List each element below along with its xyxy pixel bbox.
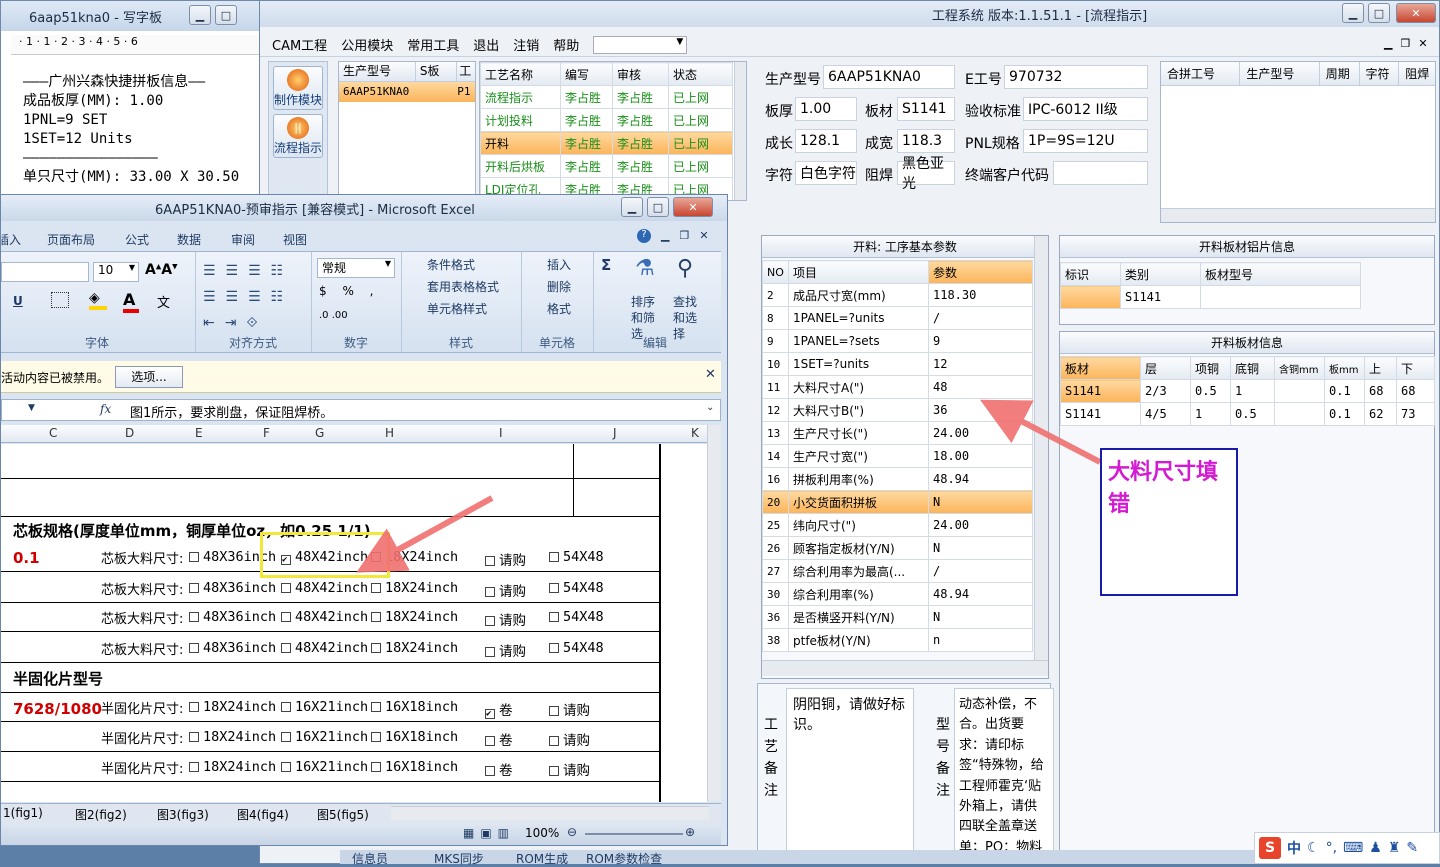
- arrow-to-param: [980, 399, 1102, 465]
- taskbar: 信息员 MKS同步 ROM生成 ROM参数检查: [340, 850, 1260, 866]
- ime-toolbar[interactable]: S 中 ☾ °, ⌨ ♟ ♜ ✎: [1254, 832, 1440, 864]
- annotation-text: 大料尺寸填错: [1108, 459, 1219, 517]
- moon-icon: ☾: [1307, 840, 1320, 856]
- annotation-arrows: [356, 399, 1102, 573]
- keyboard-icon: ⌨: [1343, 840, 1364, 856]
- sogou-icon: S: [1259, 837, 1281, 859]
- punct-icon: °,: [1325, 840, 1338, 856]
- annotation-note: 大料尺寸填错: [1100, 448, 1238, 596]
- arrow-to-checkbox: [356, 495, 494, 573]
- ime-mode[interactable]: 中: [1287, 838, 1301, 858]
- user-icon: ♟: [1369, 840, 1382, 856]
- wrench-icon: ✎: [1406, 840, 1419, 856]
- shirt-icon: ♜: [1387, 840, 1401, 856]
